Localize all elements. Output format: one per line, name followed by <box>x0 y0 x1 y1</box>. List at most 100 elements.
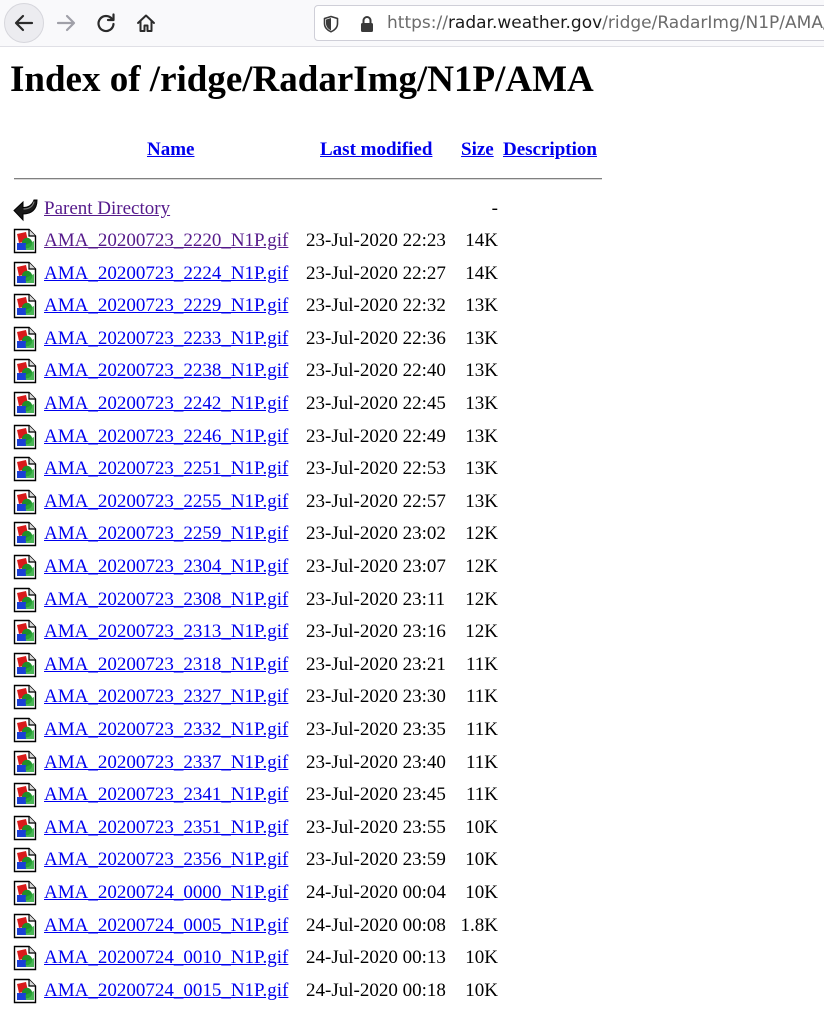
file-modified: 23-Jul-2020 23:11 <box>306 588 446 610</box>
home-button[interactable] <box>126 3 166 43</box>
file-link[interactable]: AMA_20200723_2246_N1P.gif <box>44 426 288 448</box>
parent-directory-row: Parent Directory - <box>0 196 824 228</box>
file-row: AMA_20200723_2255_N1P.gif 23-Jul-2020 22:… <box>0 489 824 521</box>
file-size: 13K <box>465 393 498 414</box>
file-size: 14K <box>465 230 498 251</box>
file-size: 13K <box>465 295 498 317</box>
file-link[interactable]: AMA_20200723_2356_N1P.gif <box>44 849 288 871</box>
image-file-icon <box>13 228 37 254</box>
file-row: AMA_20200723_2341_N1P.gif 23-Jul-2020 23:… <box>0 782 824 814</box>
file-link[interactable]: AMA_20200724_0005_N1P.gif <box>44 915 288 937</box>
file-modified: 23-Jul-2020 22:49 <box>306 425 446 447</box>
file-size: 12K <box>465 556 498 577</box>
file-size: 13K <box>465 425 498 447</box>
file-row: AMA_20200723_2229_N1P.gif 23-Jul-2020 22:… <box>0 293 824 325</box>
image-file-icon <box>13 521 37 547</box>
column-header-name[interactable]: Name <box>147 139 194 161</box>
file-row: AMA_20200723_2233_N1P.gif 23-Jul-2020 22:… <box>0 326 824 358</box>
file-row: AMA_20200723_2246_N1P.gif 23-Jul-2020 22:… <box>0 424 824 456</box>
file-modified: 23-Jul-2020 22:23 <box>306 230 446 251</box>
file-link[interactable]: AMA_20200723_2242_N1P.gif <box>44 393 288 415</box>
image-file-icon <box>13 358 37 384</box>
lock-icon[interactable] <box>357 14 377 34</box>
image-file-icon <box>13 554 37 580</box>
image-file-icon <box>13 684 37 710</box>
file-link[interactable]: AMA_20200723_2318_N1P.gif <box>44 654 288 676</box>
image-file-icon <box>13 391 37 417</box>
file-size: 12K <box>465 523 498 545</box>
file-row: AMA_20200723_2304_N1P.gif 23-Jul-2020 23:… <box>0 554 824 586</box>
file-row: AMA_20200724_0010_N1P.gif 24-Jul-2020 00:… <box>0 945 824 977</box>
page-title: Index of /ridge/RadarImg/N1P/AMA <box>10 59 594 100</box>
file-size: 11K <box>465 686 498 708</box>
file-link[interactable]: AMA_20200723_2224_N1P.gif <box>44 263 288 285</box>
file-modified: 23-Jul-2020 23:21 <box>306 653 446 675</box>
file-size: 10K <box>465 947 498 969</box>
file-link[interactable]: AMA_20200723_2220_N1P.gif <box>44 230 288 252</box>
file-modified: 23-Jul-2020 23:30 <box>306 686 446 708</box>
file-link[interactable]: AMA_20200723_2341_N1P.gif <box>44 784 288 806</box>
back-button[interactable] <box>4 3 44 43</box>
file-link[interactable]: AMA_20200723_2327_N1P.gif <box>44 686 288 708</box>
column-header-description[interactable]: Description <box>503 139 597 161</box>
address-bar[interactable]: https://radar.weather.gov/ridge/RadarImg… <box>314 5 824 41</box>
file-row: AMA_20200723_2318_N1P.gif 23-Jul-2020 23:… <box>0 652 824 684</box>
file-size: 10K <box>465 979 498 1001</box>
file-size: 14K <box>465 262 498 284</box>
file-modified: 23-Jul-2020 22:45 <box>306 393 446 414</box>
file-link[interactable]: AMA_20200724_0000_N1P.gif <box>44 882 288 904</box>
file-modified: 24-Jul-2020 00:18 <box>306 979 446 1001</box>
file-row: AMA_20200723_2238_N1P.gif 23-Jul-2020 22:… <box>0 358 824 390</box>
image-file-icon <box>13 717 37 743</box>
forward-button[interactable] <box>46 3 86 43</box>
url-host: radar.weather.gov <box>447 13 603 33</box>
file-modified: 23-Jul-2020 22:27 <box>306 262 446 284</box>
image-file-icon <box>13 619 37 645</box>
parent-directory-size: - <box>491 198 498 219</box>
url-text[interactable]: https://radar.weather.gov/ridge/RadarImg… <box>387 13 824 33</box>
file-row: AMA_20200723_2313_N1P.gif 23-Jul-2020 23:… <box>0 619 824 651</box>
file-row: AMA_20200723_2224_N1P.gif 23-Jul-2020 22:… <box>0 261 824 293</box>
file-link[interactable]: AMA_20200723_2332_N1P.gif <box>44 719 288 741</box>
image-file-icon <box>13 587 37 613</box>
file-link[interactable]: AMA_20200723_2304_N1P.gif <box>44 556 288 578</box>
file-row: AMA_20200723_2251_N1P.gif 23-Jul-2020 22:… <box>0 456 824 488</box>
header-divider <box>14 178 602 180</box>
file-link[interactable]: AMA_20200723_2233_N1P.gif <box>44 328 288 350</box>
file-modified: 23-Jul-2020 23:55 <box>306 816 446 838</box>
parent-directory-link[interactable]: Parent Directory <box>44 198 170 220</box>
file-link[interactable]: AMA_20200723_2259_N1P.gif <box>44 523 288 545</box>
file-link[interactable]: AMA_20200724_0015_N1P.gif <box>44 980 288 1002</box>
file-row: AMA_20200723_2259_N1P.gif 23-Jul-2020 23:… <box>0 521 824 553</box>
file-modified: 24-Jul-2020 00:08 <box>306 914 446 936</box>
file-link[interactable]: AMA_20200723_2351_N1P.gif <box>44 817 288 839</box>
file-size: 13K <box>465 327 498 349</box>
file-modified: 23-Jul-2020 23:07 <box>306 556 446 577</box>
file-link[interactable]: AMA_20200723_2313_N1P.gif <box>44 621 288 643</box>
image-file-icon <box>13 652 37 678</box>
reload-button[interactable] <box>86 3 126 43</box>
file-link[interactable]: AMA_20200724_0010_N1P.gif <box>44 947 288 969</box>
file-link[interactable]: AMA_20200723_2229_N1P.gif <box>44 295 288 317</box>
file-modified: 24-Jul-2020 00:13 <box>306 947 446 969</box>
shield-icon[interactable] <box>321 14 341 34</box>
file-size: 10K <box>465 882 498 903</box>
file-link[interactable]: AMA_20200723_2255_N1P.gif <box>44 491 288 513</box>
file-link[interactable]: AMA_20200723_2238_N1P.gif <box>44 360 288 382</box>
file-modified: 23-Jul-2020 23:16 <box>306 621 446 643</box>
column-header-size[interactable]: Size <box>461 139 494 161</box>
file-link[interactable]: AMA_20200723_2308_N1P.gif <box>44 589 288 611</box>
image-file-icon <box>13 456 37 482</box>
file-row: AMA_20200723_2356_N1P.gif 23-Jul-2020 23:… <box>0 847 824 879</box>
reload-icon <box>97 13 115 33</box>
image-file-icon <box>13 424 37 450</box>
file-row: AMA_20200723_2337_N1P.gif 23-Jul-2020 23:… <box>0 750 824 782</box>
column-header-last-modified[interactable]: Last modified <box>320 139 432 161</box>
file-modified: 23-Jul-2020 23:45 <box>306 784 446 806</box>
image-file-icon <box>13 978 37 1004</box>
image-file-icon <box>13 847 37 873</box>
url-path: /ridge/RadarImg/N1P/AMA/ <box>602 13 824 33</box>
file-link[interactable]: AMA_20200723_2251_N1P.gif <box>44 458 288 480</box>
file-row: AMA_20200723_2327_N1P.gif 23-Jul-2020 23:… <box>0 684 824 716</box>
file-link[interactable]: AMA_20200723_2337_N1P.gif <box>44 752 288 774</box>
